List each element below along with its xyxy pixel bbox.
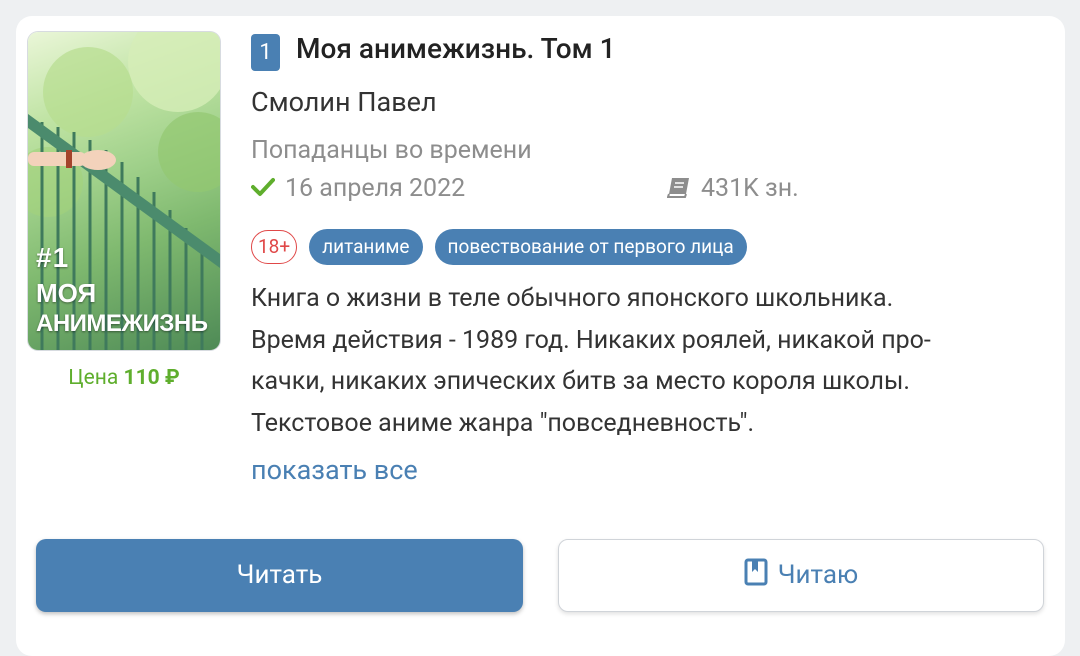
description-line: качки, никаких эпических битв за место к… [251,367,910,396]
reading-button[interactable]: Читаю [558,539,1044,612]
read-button[interactable]: Читать [36,539,523,612]
price-label: Цена [68,366,119,390]
description-line: Книга о жизни в теле обычного японского … [251,284,894,313]
description-line: Время действия - 1989 год. Никаких рояле… [251,325,931,355]
cover-title-line1: МОЯ [36,278,97,308]
show-all-link[interactable]: показать все [251,454,418,486]
book-title[interactable]: Моя анимежизнь. Том 1 [296,32,616,65]
cover-title: #1 МОЯ АНИМЕЖИЗНЬ [36,242,208,337]
tag-first-person[interactable]: повествование от первого лица [434,229,747,265]
reading-button-label: Читаю [777,560,859,590]
publish-date-text: 16 апреля 2022 [285,174,466,203]
book-size: 431K зн. [666,174,799,205]
bookmark-icon [744,543,768,614]
book-series[interactable]: Попаданцы во времени [251,136,532,165]
book-cover-image[interactable]: #1 МОЯ АНИМЕЖИЗНЬ [28,32,220,350]
cover-number: #1 [36,242,70,273]
book-size-text: 431K зн. [701,174,799,203]
price-value: 110 ₽ [123,366,180,390]
publish-date: 16 апреля 2022 [251,174,465,205]
book-number-badge: 1 [251,34,280,71]
check-icon [251,176,277,205]
book-icon [666,176,693,205]
cover-title-line2: АНИМЕЖИЗНЬ [36,310,208,337]
price: Цена 110 ₽ [28,366,220,390]
tag-list: 18+ литаниме повествование от первого лица [251,229,759,267]
book-author[interactable]: Смолин Павел [251,86,437,118]
book-description: Книга о жизни в теле обычного японского … [251,278,1021,444]
tag-litanime[interactable]: литаниме [309,229,423,265]
age-rating-badge: 18+ [251,230,298,264]
description-line: Текстовое аниме жанра "повседневность". [251,408,755,438]
